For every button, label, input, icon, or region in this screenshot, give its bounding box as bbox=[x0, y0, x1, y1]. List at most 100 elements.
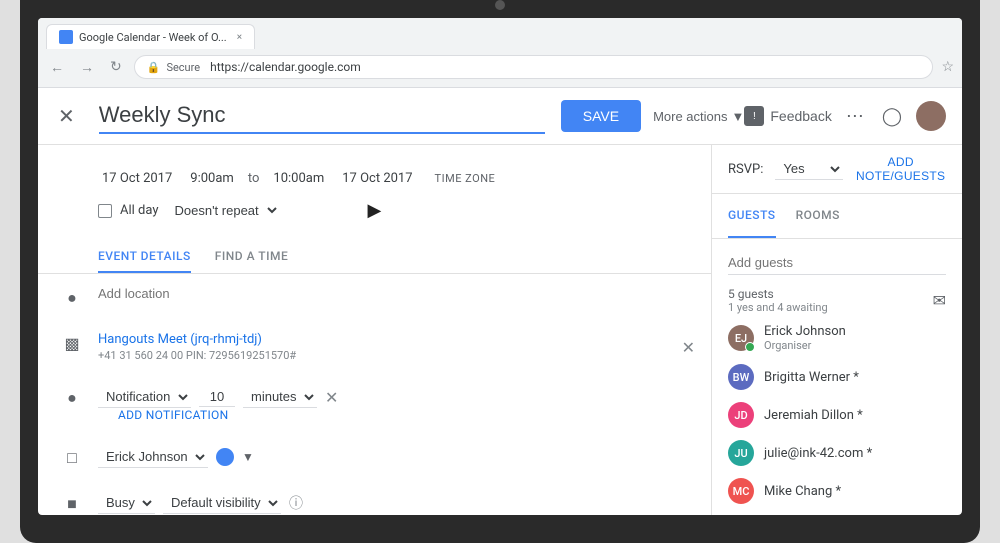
help-icon[interactable]: ⓘ bbox=[289, 493, 303, 513]
allday-label: All day bbox=[120, 203, 159, 218]
bookmark-icon[interactable]: ☆ bbox=[941, 59, 954, 75]
add-guests-input[interactable] bbox=[728, 251, 946, 275]
rsvp-label: RSVP: bbox=[728, 162, 763, 177]
guest-item: BW Brigitta Werner * bbox=[728, 358, 946, 396]
close-button[interactable]: ✕ bbox=[54, 100, 79, 132]
user-avatar[interactable] bbox=[916, 101, 946, 131]
hangouts-info: Hangouts Meet (jrq-rhmj-tdj) +41 31 560 … bbox=[98, 332, 296, 362]
notification-inner: Notification minutes ✕ bbox=[98, 386, 695, 408]
guests-list: EJ Erick Johnson Organiser BW Brigitta W… bbox=[728, 318, 946, 510]
remove-notification-button[interactable]: ✕ bbox=[325, 388, 338, 407]
hangouts-title[interactable]: Hangouts Meet (jrq-rhmj-tdj) bbox=[98, 332, 296, 347]
guest-name: Brigitta Werner * bbox=[764, 370, 859, 385]
notification-value-input[interactable] bbox=[199, 387, 235, 407]
bell-icon: ● bbox=[62, 388, 82, 408]
guest-name: Erick Johnson bbox=[764, 324, 846, 339]
back-button[interactable]: ← bbox=[46, 57, 68, 78]
cursor-indicator: ▶ bbox=[368, 200, 382, 221]
email-guests-icon[interactable]: ✉ bbox=[933, 291, 946, 310]
remove-hangouts-button[interactable]: ✕ bbox=[682, 338, 695, 357]
left-panel: 17 Oct 2017 9:00am to 10:00am 17 Oct 201… bbox=[38, 145, 712, 515]
tab-event-details[interactable]: EVENT DETAILS bbox=[98, 241, 191, 273]
browser-tabs: Google Calendar - Week of O... × bbox=[46, 24, 954, 49]
start-date[interactable]: 17 Oct 2017 bbox=[98, 169, 176, 188]
secure-label: Secure bbox=[166, 61, 200, 74]
right-tabs: GUESTS ROOMS bbox=[728, 194, 946, 238]
calendar-row: □ Erick Johnson ▼ bbox=[38, 434, 711, 480]
datetime-row: 17 Oct 2017 9:00am to 10:00am 17 Oct 201… bbox=[38, 161, 711, 196]
organizer-dot bbox=[745, 342, 755, 352]
right-panel: RSVP: Yes No Maybe ADD NOTE/GUESTS GUEST… bbox=[712, 145, 962, 515]
add-note-button[interactable]: ADD NOTE/GUESTS bbox=[855, 155, 946, 183]
guest-name: Mike Chang * bbox=[764, 484, 841, 499]
calendar-select[interactable]: Erick Johnson bbox=[98, 446, 208, 468]
reload-button[interactable]: ↻ bbox=[106, 57, 126, 77]
forward-button[interactable]: → bbox=[76, 57, 98, 78]
calendar-icon: □ bbox=[62, 448, 82, 468]
guest-count-number: 5 guests bbox=[728, 287, 828, 301]
guests-section: 5 guests 1 yes and 4 awaiting ✉ EJ bbox=[712, 239, 962, 515]
guest-role: Organiser bbox=[764, 339, 846, 352]
guest-item: JU julie@ink-42.com * bbox=[728, 434, 946, 472]
browser-tab[interactable]: Google Calendar - Week of O... × bbox=[46, 24, 255, 49]
tab-find-time[interactable]: FIND A TIME bbox=[215, 241, 288, 273]
status-select[interactable]: Busy bbox=[98, 492, 155, 514]
more-actions-button[interactable]: More actions ▼ bbox=[653, 109, 744, 124]
end-date[interactable]: 17 Oct 2017 bbox=[338, 169, 416, 188]
guest-item: MC Mike Chang * bbox=[728, 472, 946, 510]
add-notification-link[interactable]: ADD NOTIFICATION bbox=[98, 408, 695, 422]
hangouts-inner: Hangouts Meet (jrq-rhmj-tdj) +41 31 560 … bbox=[98, 332, 695, 362]
event-tabs: EVENT DETAILS FIND A TIME bbox=[38, 233, 711, 274]
hangouts-content: Hangouts Meet (jrq-rhmj-tdj) +41 31 560 … bbox=[98, 332, 695, 362]
to-label: to bbox=[248, 171, 260, 186]
apps-icon[interactable]: ⋯ bbox=[842, 102, 868, 131]
location-input[interactable] bbox=[98, 286, 695, 301]
guest-avatar: MC bbox=[728, 478, 754, 504]
visibility-select[interactable]: Default visibility bbox=[163, 492, 281, 514]
address-box[interactable]: 🔒 Secure https://calendar.google.com bbox=[134, 55, 934, 79]
guest-avatar: EJ bbox=[728, 325, 754, 351]
rsvp-row: RSVP: Yes No Maybe ADD NOTE/GUESTS bbox=[712, 145, 962, 194]
location-content bbox=[98, 286, 695, 302]
repeat-select[interactable]: Doesn't repeat bbox=[167, 200, 280, 221]
calendar-inner: Erick Johnson ▼ bbox=[98, 446, 695, 468]
notification-type-select[interactable]: Notification bbox=[98, 386, 191, 408]
feedback-icon: ! bbox=[744, 106, 764, 126]
guest-item: JD Jeremiah Dillon * bbox=[728, 396, 946, 434]
webcam bbox=[495, 0, 505, 10]
header-actions: SAVE More actions ▼ bbox=[561, 100, 745, 132]
allday-checkbox[interactable] bbox=[98, 204, 112, 218]
chevron-down-icon: ▼ bbox=[731, 109, 744, 124]
location-row: ● bbox=[38, 274, 711, 320]
feedback-button[interactable]: ! Feedback bbox=[744, 106, 831, 126]
laptop-shell: Google Calendar - Week of O... × ← → ↻ 🔒… bbox=[20, 0, 980, 543]
location-icon: ● bbox=[62, 288, 82, 308]
guest-name: julie@ink-42.com * bbox=[764, 446, 872, 461]
tab-favicon bbox=[59, 30, 73, 44]
address-bar: ← → ↻ 🔒 Secure https://calendar.google.c… bbox=[46, 49, 954, 87]
start-time[interactable]: 9:00am bbox=[186, 169, 238, 188]
event-title-input[interactable] bbox=[99, 98, 545, 134]
app-header: ✕ SAVE More actions ▼ ! Feedback ⋯ ◯ bbox=[38, 88, 962, 145]
tab-rooms[interactable]: ROOMS bbox=[796, 194, 840, 238]
allday-row: All day Doesn't repeat ▶ bbox=[38, 196, 711, 225]
guest-info: Erick Johnson Organiser bbox=[764, 324, 846, 352]
tab-guests[interactable]: GUESTS bbox=[728, 194, 776, 238]
status-inner: Busy Default visibility ⓘ bbox=[98, 492, 695, 514]
status-row: ■ Busy Default visibility ⓘ bbox=[38, 480, 711, 515]
timezone-button[interactable]: TIME ZONE bbox=[435, 172, 496, 185]
rsvp-select[interactable]: Yes No Maybe bbox=[775, 158, 843, 180]
hangouts-subtitle: +41 31 560 24 00 PIN: 729561925157​0# bbox=[98, 349, 296, 362]
tab-close-icon[interactable]: × bbox=[237, 32, 242, 43]
notification-unit-select[interactable]: minutes bbox=[243, 386, 317, 408]
main-content: 17 Oct 2017 9:00am to 10:00am 17 Oct 201… bbox=[38, 145, 962, 515]
status-content: Busy Default visibility ⓘ bbox=[98, 492, 695, 514]
calendar-dropdown-icon[interactable]: ▼ bbox=[242, 450, 254, 464]
notification-icon[interactable]: ◯ bbox=[878, 102, 906, 131]
url-text: https://calendar.google.com bbox=[210, 60, 361, 74]
save-button[interactable]: SAVE bbox=[561, 100, 641, 132]
guest-avatar: JU bbox=[728, 440, 754, 466]
browser-chrome: Google Calendar - Week of O... × ← → ↻ 🔒… bbox=[38, 18, 962, 88]
end-time[interactable]: 10:00am bbox=[269, 169, 328, 188]
notification-row: ● Notification minutes ✕ ADD N bbox=[38, 374, 711, 434]
